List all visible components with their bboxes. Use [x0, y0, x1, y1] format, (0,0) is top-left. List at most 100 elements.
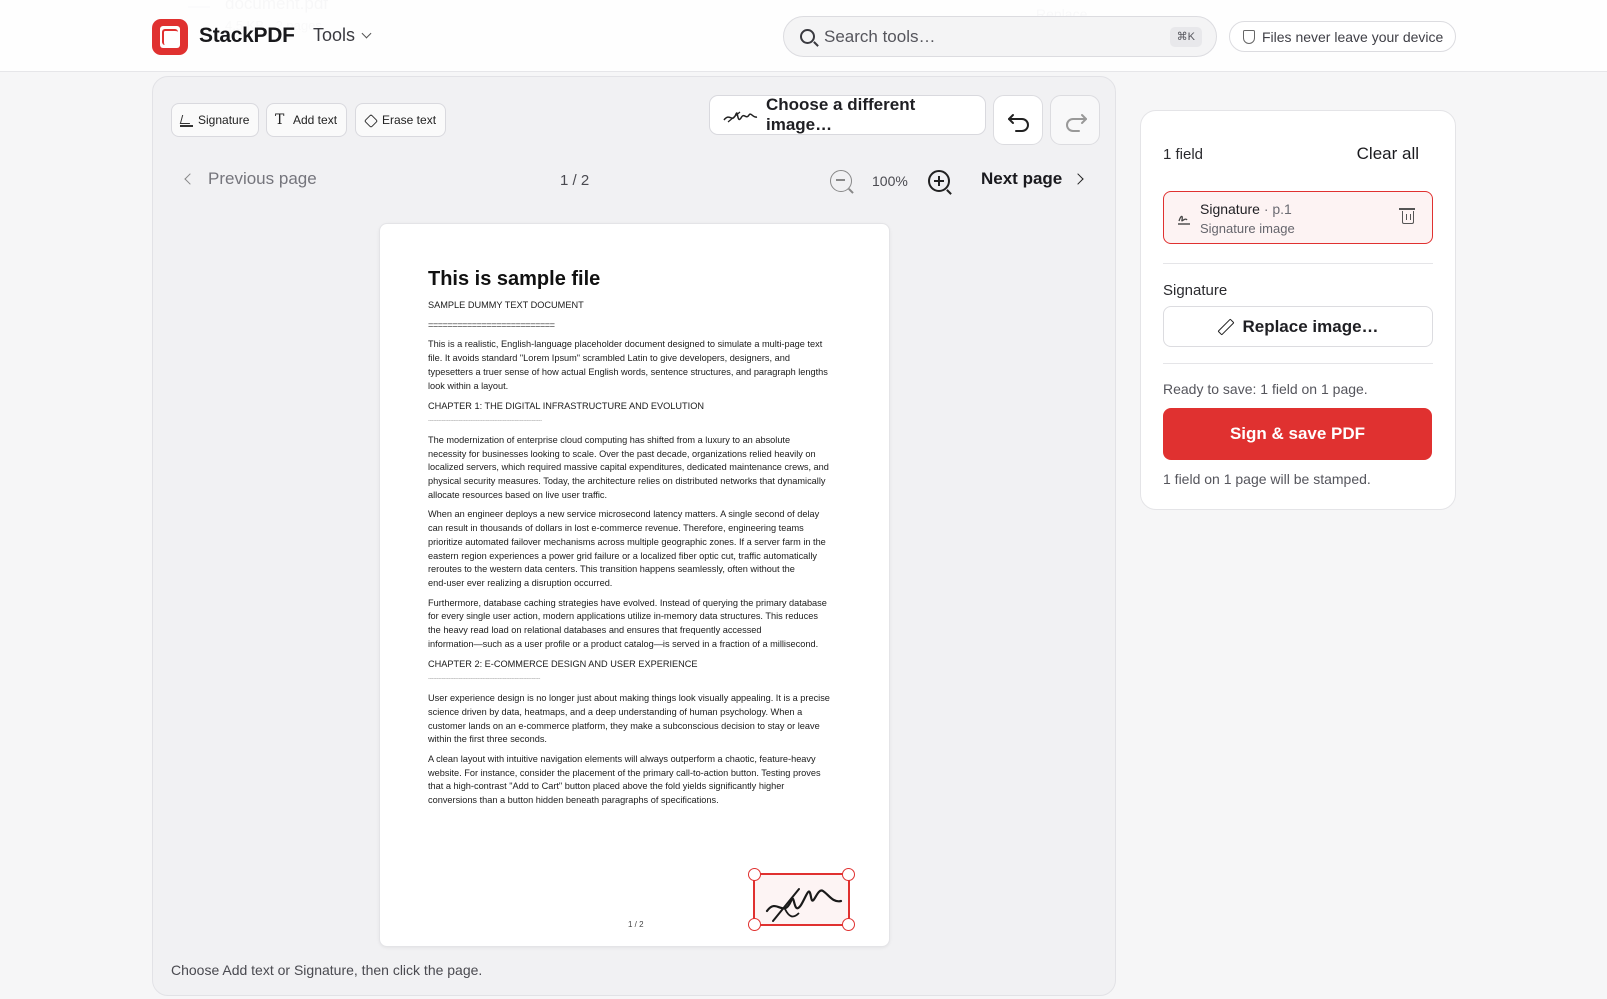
search-shortcut-badge: ⌘K [1169, 27, 1202, 47]
privacy-badge: Files never leave your device [1229, 21, 1456, 52]
paragraph-line: website. For instance, consider the plac… [428, 767, 821, 778]
ready-status: Ready to save: 1 field on 1 page. [1163, 381, 1368, 397]
chapter-divider: ----------------------------------------… [428, 676, 541, 683]
paragraph-line: can result in thousands of dollars in lo… [428, 523, 804, 534]
stamp-summary: 1 field on 1 page will be stamped. [1163, 471, 1371, 487]
signature-image [765, 888, 843, 922]
next-page-label: Next page [981, 169, 1063, 188]
choose-different-image-button[interactable]: Choose a different image… [709, 95, 986, 135]
top-header: StackPDF Tools ⌘K Files never leave your… [0, 0, 1607, 72]
field-subtitle: Signature image [1200, 221, 1295, 236]
add-text-tool-button[interactable]: T Add text [266, 103, 348, 137]
paragraph-line: User experience design is no longer just… [428, 693, 830, 704]
previous-page-label: Previous page [208, 169, 317, 188]
paragraph: A clean layout with intuitive navigation… [428, 753, 848, 808]
field-type: Signature [1200, 201, 1260, 217]
signature-icon [1178, 215, 1190, 225]
redo-icon [1066, 114, 1087, 132]
chevron-right-icon [1072, 173, 1084, 185]
choose-image-label: Choose a different image… [766, 95, 916, 134]
redo-button[interactable] [1050, 95, 1100, 145]
paragraph: The modernization of enterprise cloud co… [428, 434, 848, 503]
signature-section-label: Signature [1163, 282, 1228, 299]
chevron-down-icon [361, 28, 372, 39]
paragraph-line: allocate resources based on live user tr… [428, 489, 608, 500]
paragraph-line: reroutes to the western data centers. Th… [428, 564, 795, 575]
paragraph-line: typesetters a truer sense of how actual … [428, 366, 828, 377]
field-name: Signature · p.1 [1200, 201, 1292, 217]
paragraph-line: look within a layout. [428, 380, 509, 391]
chapter-heading: CHAPTER 1: THE DIGITAL INFRASTRUCTURE AN… [428, 401, 704, 412]
paragraph-line: eastern region experiences a power grid … [428, 550, 817, 561]
paragraph: User experience design is no longer just… [428, 692, 848, 747]
search-icon [800, 29, 815, 44]
document-subtitle: SAMPLE DUMMY TEXT DOCUMENT [428, 300, 584, 310]
signature-thumbnail-icon [723, 111, 758, 123]
paragraph-line: necessity for businesses looking to scal… [428, 448, 816, 459]
pdf-page-canvas[interactable]: This is sample file SAMPLE DUMMY TEXT DO… [379, 223, 890, 947]
replace-image-button[interactable]: Replace image… [1163, 306, 1433, 347]
next-page-button[interactable]: Next page [981, 169, 1084, 189]
previous-page-button[interactable]: Previous page [184, 169, 317, 189]
paragraph-line: A clean layout with intuitive navigation… [428, 753, 816, 764]
paragraph-line: science driven by data, heatmaps, and a … [428, 706, 803, 717]
signature-icon [180, 114, 193, 127]
text-icon: T [275, 111, 285, 128]
privacy-badge-label: Files never leave your device [1262, 28, 1444, 45]
paragraph-line: The modernization of enterprise cloud co… [428, 434, 791, 445]
tools-menu[interactable]: Tools [313, 25, 372, 46]
undo-button[interactable] [993, 95, 1043, 145]
paragraph-line: customer lands on an e-commerce platform… [428, 720, 820, 731]
chapter-heading: CHAPTER 2: E-COMMERCE DESIGN AND USER EX… [428, 659, 698, 670]
paragraph-line: localized servers, which required massiv… [428, 462, 829, 473]
resize-handle-bottom-right[interactable] [842, 918, 855, 931]
erase-text-tool-button[interactable]: Erase text [355, 103, 447, 137]
add-text-tool-label: Add text [293, 113, 338, 127]
search-input[interactable] [824, 23, 1144, 51]
fields-panel: 1 field Clear all Signature · p.1 Signat… [1140, 110, 1456, 510]
trash-icon[interactable] [1399, 208, 1415, 224]
chevron-left-icon [184, 173, 196, 185]
paragraph-line: conversions than a button hidden beneath… [428, 795, 719, 806]
resize-handle-top-left[interactable] [748, 868, 761, 881]
field-count: 1 field [1163, 146, 1204, 163]
page-counter: 1 / 2 [560, 172, 590, 189]
paragraph-line: that a high-contrast "Add to Cart" butto… [428, 781, 785, 792]
chapter-divider: ----------------------------------------… [428, 417, 542, 424]
zoom-out-icon[interactable] [830, 170, 852, 192]
divider [1163, 263, 1433, 264]
editor-workspace: Signature T Add text Erase text Choose a… [152, 76, 1116, 996]
eraser-icon [364, 114, 377, 127]
paragraph-line: information—such as a user profile or a … [428, 638, 819, 649]
signature-tool-button[interactable]: Signature [171, 103, 260, 137]
sign-and-save-button[interactable]: Sign & save PDF [1163, 408, 1432, 460]
paragraph-line: When an engineer deploys a new service m… [428, 509, 820, 520]
zoom-in-icon[interactable] [928, 170, 950, 192]
divider [1163, 363, 1433, 364]
clear-all-button[interactable]: Clear all [1357, 144, 1419, 164]
erase-text-tool-label: Erase text [382, 113, 437, 127]
paragraph-line: Furthermore, database caching strategies… [428, 597, 827, 608]
document-rule: ========================== [428, 319, 555, 330]
signature-tool-label: Signature [198, 113, 250, 127]
field-list-item[interactable]: Signature · p.1 Signature image [1163, 191, 1433, 244]
pdf-page-number: 1 / 2 [628, 920, 644, 929]
pencil-icon [1217, 319, 1232, 334]
placed-signature-field[interactable] [748, 868, 855, 931]
field-page: · p.1 [1259, 201, 1292, 217]
paragraph-line: physical security measures. Today, the a… [428, 476, 826, 487]
resize-handle-top-right[interactable] [842, 868, 855, 881]
paragraph-line: This is a realistic, English-language pl… [428, 339, 823, 350]
tools-menu-label: Tools [313, 25, 356, 45]
brand-name[interactable]: StackPDF [199, 24, 295, 48]
paragraph-line: the heavy read load on relational databa… [428, 625, 762, 636]
zoom-level: 100% [872, 173, 908, 189]
editor-hint: Choose Add text or Signature, then click… [171, 962, 483, 978]
paragraph-line: within the first three seconds. [428, 734, 547, 745]
paragraph: Furthermore, database caching strategies… [428, 597, 848, 652]
paragraph-line: for every single user action, modern app… [428, 611, 818, 622]
resize-handle-bottom-left[interactable] [748, 918, 761, 931]
search-bar[interactable]: ⌘K [783, 16, 1217, 57]
stackpdf-logo-icon[interactable] [152, 19, 188, 55]
paragraph-line: end-user ever realizing a disruption occ… [428, 577, 613, 588]
